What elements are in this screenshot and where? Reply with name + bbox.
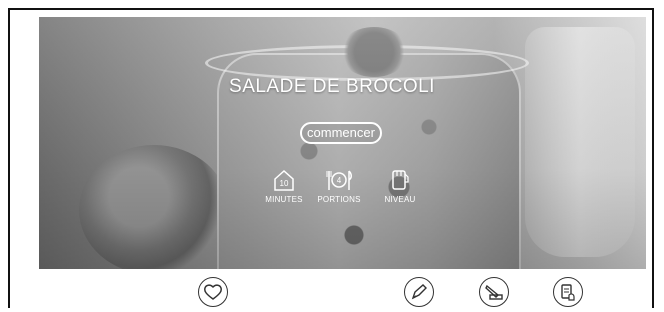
edit-button[interactable] [404,277,434,307]
svg-text:10: 10 [280,179,289,188]
stat-niveau-label: NIVEAU [384,195,416,204]
recipe-title: SALADE DE BROCOLI [229,76,435,97]
stat-portions: 4 PORTIONS [309,168,369,204]
chef-hat-icon [392,170,409,190]
stat-minutes-label: MINUTES [265,195,303,204]
stat-minutes: 10 MINUTES [254,168,314,204]
recipe-button[interactable] [553,277,583,307]
stat-niveau: NIVEAU [370,168,430,204]
favorite-button[interactable] [198,277,228,307]
plate-cutlery-icon: 4 [326,170,352,190]
pen-icon [411,284,427,300]
start-button[interactable]: commencer [300,122,382,144]
heart-icon [204,284,222,300]
house-timer-icon: 10 [274,169,294,191]
prep-button[interactable] [479,277,509,307]
knife-board-icon [485,284,503,300]
stat-portions-label: PORTIONS [317,195,361,204]
svg-text:4: 4 [337,176,342,185]
recipe-hand-icon [561,284,575,301]
